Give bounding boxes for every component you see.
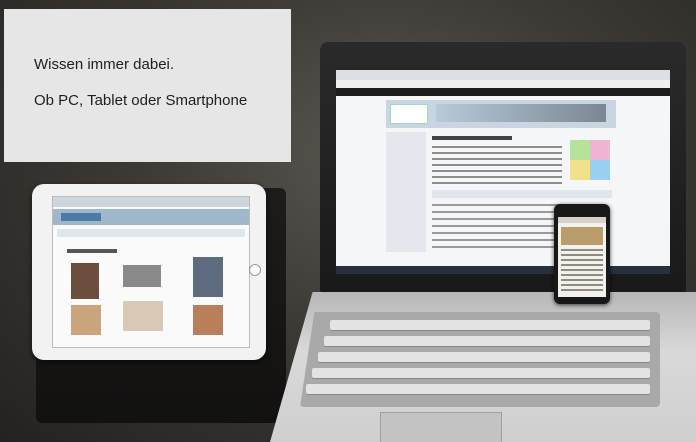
laptop-site-logo bbox=[390, 104, 428, 124]
tablet-heading bbox=[67, 249, 117, 253]
laptop-taskbar bbox=[336, 266, 670, 274]
photo-scene: Wissen immer dabei. Ob PC, Tablet oder S… bbox=[0, 0, 696, 442]
tablet-site-logo bbox=[61, 213, 101, 221]
phone-text-lines bbox=[561, 249, 603, 293]
laptop-header-image bbox=[436, 104, 606, 122]
tablet-book-cover bbox=[71, 305, 101, 335]
laptop-heading bbox=[432, 136, 512, 140]
laptop-notification-bar bbox=[336, 88, 670, 96]
tablet-book-cover bbox=[71, 263, 99, 299]
caption-line-2: Ob PC, Tablet oder Smartphone bbox=[34, 92, 248, 109]
caption-line-1: Wissen immer dabei. bbox=[34, 56, 175, 73]
laptop-address-bar bbox=[336, 80, 670, 88]
tablet-screen bbox=[52, 196, 250, 348]
keyboard-row bbox=[324, 336, 650, 346]
keyboard-row bbox=[312, 368, 650, 378]
tablet bbox=[32, 184, 266, 360]
laptop-sidebar bbox=[386, 132, 426, 252]
smartphone-screen bbox=[558, 217, 606, 297]
smartphone bbox=[554, 204, 610, 304]
tablet-shoe-image bbox=[123, 265, 161, 287]
laptop-keyboard bbox=[300, 312, 660, 407]
tablet-book-cover bbox=[193, 257, 223, 297]
keyboard-row bbox=[330, 320, 650, 330]
keyboard-row bbox=[318, 352, 650, 362]
tablet-book-cover bbox=[123, 301, 163, 331]
tablet-browser-bar bbox=[53, 197, 249, 207]
phone-site-image bbox=[561, 227, 603, 245]
laptop-tab-strip bbox=[432, 190, 612, 198]
caption-box: Wissen immer dabei. Ob PC, Tablet oder S… bbox=[4, 9, 291, 162]
laptop-colorful-graphic bbox=[570, 140, 610, 180]
tablet-book-cover bbox=[193, 305, 223, 335]
keyboard-row bbox=[306, 384, 650, 394]
laptop-text-lines bbox=[432, 146, 562, 186]
laptop-lid bbox=[320, 42, 686, 292]
phone-status-bar bbox=[558, 217, 606, 223]
laptop-touchpad bbox=[380, 412, 502, 442]
laptop-browser-tabs bbox=[336, 70, 670, 80]
laptop-screen bbox=[336, 70, 670, 274]
tablet-nav-strip bbox=[57, 229, 245, 237]
tablet-home-button bbox=[249, 264, 261, 276]
